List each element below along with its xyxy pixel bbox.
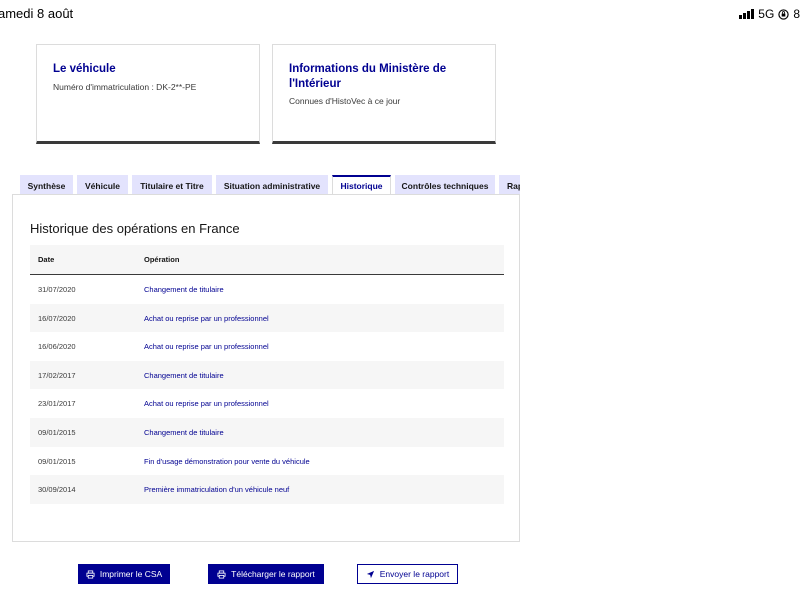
vehicle-card: Le véhicule Numéro d'immatriculation : D… bbox=[36, 44, 260, 144]
table-row: 09/01/2015 Fin d'usage démonstration pou… bbox=[30, 447, 504, 476]
download-report-button[interactable]: Télécharger le rapport bbox=[208, 564, 324, 584]
tab-titulaire[interactable]: Titulaire et Titre bbox=[132, 175, 212, 195]
ministry-card-title: Informations du Ministère de l'Intérieur bbox=[289, 63, 447, 90]
status-bar: amedi 8 août 5G 8 bbox=[0, 0, 800, 28]
table-row: 30/09/2014 Première immatriculation d'un… bbox=[30, 475, 504, 504]
tab-historique[interactable]: Historique bbox=[332, 175, 391, 195]
row-operation-link[interactable]: Changement de titulaire bbox=[144, 428, 224, 437]
row-operation-link[interactable]: Fin d'usage démonstration pour vente du … bbox=[144, 457, 310, 466]
table-body: 31/07/2020 Changement de titulaire 16/07… bbox=[30, 275, 504, 504]
row-operation-link[interactable]: Achat ou reprise par un professionnel bbox=[144, 399, 269, 408]
print-csa-label: Imprimer le CSA bbox=[99, 569, 163, 579]
ministry-card-text: Connues d'HistoVec à ce jour bbox=[289, 96, 401, 106]
orientation-lock-icon bbox=[778, 8, 789, 20]
printer-icon bbox=[217, 569, 226, 579]
table-row: 17/02/2017 Changement de titulaire bbox=[30, 360, 504, 390]
row-date: 23/01/2017 bbox=[38, 399, 76, 409]
row-operation-link[interactable]: Changement de titulaire bbox=[144, 371, 224, 380]
row-date: 31/07/2020 bbox=[38, 285, 76, 294]
send-report-label: Envoyer le rapport bbox=[379, 569, 450, 579]
column-header-operation: Opération bbox=[144, 255, 180, 264]
row-operation-link[interactable]: Première immatriculation d'un véhicule n… bbox=[144, 485, 289, 494]
tab-controles-techniques[interactable]: Contrôles techniques bbox=[395, 175, 495, 195]
cellular-signal-icon bbox=[739, 9, 755, 19]
tab-vehicule[interactable]: Véhicule bbox=[77, 175, 128, 195]
row-operation-link[interactable]: Achat ou reprise par un professionnel bbox=[144, 314, 269, 323]
row-date: 30/09/2014 bbox=[38, 485, 76, 495]
row-operation-link[interactable]: Changement de titulaire bbox=[144, 285, 224, 294]
tab-rapport[interactable]: Rap bbox=[499, 175, 520, 195]
table-row: 09/01/2015 Changement de titulaire bbox=[30, 417, 504, 447]
network-type: 5G bbox=[758, 7, 775, 21]
tab-bar: Synthèse Véhicule Titulaire et Titre Sit… bbox=[20, 175, 520, 195]
download-report-label: Télécharger le rapport bbox=[231, 569, 315, 579]
status-indicators: 5G 8 bbox=[739, 7, 800, 21]
history-panel: Historique des opérations en France Date… bbox=[12, 194, 520, 542]
history-table: Date Opération 31/07/2020 Changement de … bbox=[30, 245, 504, 504]
row-date: 16/07/2020 bbox=[38, 313, 76, 323]
ministry-info-card: Informations du Ministère de l'Intérieur… bbox=[272, 44, 496, 144]
tab-situation-administrative[interactable]: Situation administrative bbox=[216, 175, 328, 195]
row-date: 16/06/2020 bbox=[38, 342, 76, 352]
history-title: Historique des opérations en France bbox=[30, 221, 240, 236]
row-date: 09/01/2015 bbox=[38, 427, 76, 437]
send-report-button[interactable]: Envoyer le rapport bbox=[357, 564, 458, 584]
table-row: 23/01/2017 Achat ou reprise par un profe… bbox=[30, 389, 504, 418]
send-arrow-icon bbox=[366, 570, 374, 578]
vehicle-card-title: Le véhicule bbox=[53, 63, 116, 75]
battery-level: 8 bbox=[793, 7, 800, 21]
table-row: 31/07/2020 Changement de titulaire bbox=[30, 275, 504, 304]
table-row: 16/06/2020 Achat ou reprise par un profe… bbox=[30, 332, 504, 361]
status-date: amedi 8 août bbox=[0, 6, 74, 21]
row-date: 17/02/2017 bbox=[38, 370, 76, 380]
print-csa-button[interactable]: Imprimer le CSA bbox=[78, 564, 170, 584]
row-operation-link[interactable]: Achat ou reprise par un professionnel bbox=[144, 342, 269, 351]
registration-number: Numéro d'immatriculation : DK-2**-PE bbox=[53, 82, 197, 92]
row-date: 09/01/2015 bbox=[38, 456, 76, 466]
table-row: 16/07/2020 Achat ou reprise par un profe… bbox=[30, 303, 504, 333]
printer-icon bbox=[86, 569, 95, 579]
column-header-date: Date bbox=[38, 255, 55, 264]
table-header: Date Opération bbox=[30, 245, 504, 275]
tab-synthese[interactable]: Synthèse bbox=[20, 175, 73, 195]
